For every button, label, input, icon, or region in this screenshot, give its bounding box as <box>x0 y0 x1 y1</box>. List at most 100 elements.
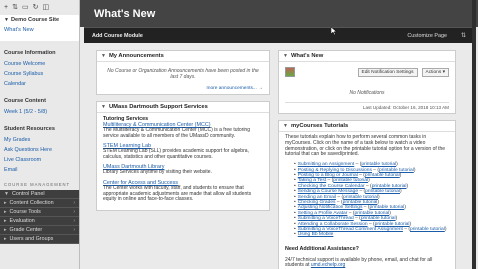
tutorial-video-link[interactable]: Sending a Course Message <box>298 189 358 194</box>
last-updated-text: Last Updated: October 16, 2018 10:13 AM <box>285 102 449 110</box>
tutorials-intro: These tutorials explain how to perform s… <box>285 134 446 158</box>
tutorial-video-link[interactable]: Sending an Email <box>298 195 336 200</box>
support-description: The Multiliteracy & Communication Center… <box>103 127 250 139</box>
course-title[interactable]: Demo Course Site <box>11 17 59 23</box>
menu-controls: + ⇅ ▭ ↻ ◫ <box>0 0 79 15</box>
reorder-modules-icon[interactable]: ⇅ <box>461 32 466 39</box>
sidebar-item-ask-questions[interactable]: Ask Questions Here <box>4 145 75 155</box>
sidebar-section-course-information: Course Information Course Welcome Course… <box>0 50 79 89</box>
sidebar-section-course-content: Course Content Week 1 (5/2 - 5/8) <box>0 98 79 117</box>
actions-menu-button[interactable]: Actions ▾ <box>421 67 449 77</box>
control-panel-item-evaluation[interactable]: ▸ Evaluation › <box>0 217 79 226</box>
scrollbar[interactable] <box>472 0 476 269</box>
printable-tutorial-link[interactable]: printable tutorial <box>365 189 400 194</box>
module-title: UMass Dartmouth Support Services <box>108 104 208 110</box>
sidebar-item-course-syllabus[interactable]: Course Syllabus <box>4 69 75 79</box>
tutorial-video-link[interactable]: Using Bb Mobile <box>298 232 334 237</box>
control-panel-item-users-groups[interactable]: ▸ Users and Groups <box>0 235 79 244</box>
printable-tutorial-link[interactable]: printable tutorial <box>343 195 378 200</box>
edit-notification-settings-button[interactable]: Edit Notification Settings <box>357 67 418 77</box>
support-services-module: ▼ UMass Dartmouth Support Services Tutor… <box>96 101 270 211</box>
tutorial-video-link[interactable]: Attending a Collaborate Session <box>298 222 368 227</box>
refresh-icon[interactable]: ↻ <box>33 4 39 11</box>
control-panel-item-course-tools[interactable]: ▸ Course Tools › <box>0 208 79 217</box>
tutorial-video-link[interactable]: Adjusting Notification Settings <box>298 205 363 210</box>
chevron-down-icon[interactable]: ▼ <box>283 53 288 59</box>
tutorials-module: ▼ myCourses Tutorials These tutorials ex… <box>278 120 456 269</box>
course-menu: + ⇅ ▭ ↻ ◫ ▼ Demo Course Site What's New … <box>0 0 80 269</box>
course-management-label: COURSE MANAGEMENT <box>4 182 71 187</box>
section-header: Course Content <box>4 98 46 104</box>
expand-icon: › <box>73 200 75 206</box>
chevron-right-icon: ▸ <box>4 209 7 215</box>
page-title: What's New <box>94 7 156 20</box>
chevron-down-icon[interactable]: ▼ <box>283 123 288 129</box>
no-notifications-text: No Notifications <box>349 90 385 96</box>
expand-icon: › <box>73 218 75 224</box>
module-title: What's New <box>290 53 324 59</box>
support-link[interactable]: umd.echelp.org <box>311 262 345 269</box>
module-columns: ▼ My Announcements No Course or Organiza… <box>96 50 456 269</box>
printable-tutorial-link[interactable]: printable tutorial <box>361 216 396 221</box>
control-panel-item-content-collection[interactable]: ▸ Content Collection › <box>0 199 79 208</box>
control-panel-header[interactable]: ▼ Control Panel <box>0 190 79 199</box>
course-site-block: ▼ Demo Course Site What's New <box>0 15 79 41</box>
tutorial-video-link[interactable]: Submitting an Assignment <box>298 162 355 167</box>
sidebar-section-student-resources: Student Resources My Grades Ask Question… <box>0 126 79 175</box>
sidebar-item-my-grades[interactable]: My Grades <box>4 135 75 145</box>
sidebar-item-live-classroom[interactable]: Live Classroom <box>4 155 75 165</box>
sidebar-item-email[interactable]: Email <box>4 165 75 175</box>
control-panel-item-grade-center[interactable]: ▸ Grade Center › <box>0 226 79 235</box>
chevron-down-icon[interactable]: ▼ <box>101 53 106 59</box>
whats-new-module: ▼ What's New Edit Notification Settings … <box>278 50 456 114</box>
support-text: 24/7 technical support is available by p… <box>285 256 433 269</box>
sidebar-item-course-welcome[interactable]: Course Welcome <box>4 59 75 69</box>
printable-tutorial-link[interactable]: printable tutorial <box>379 168 414 173</box>
sidebar-item-week-1[interactable]: Week 1 (5/2 - 5/8) <box>4 107 75 117</box>
display-options-icon[interactable]: ◫ <box>42 4 49 11</box>
folder-view-icon[interactable]: ▭ <box>22 4 29 11</box>
action-bar: Add Course Module Customize Page ⇅ <box>84 27 474 43</box>
section-header: Student Resources <box>4 126 55 132</box>
printable-tutorial-link[interactable]: printable tutorial <box>410 227 445 232</box>
expand-icon: › <box>73 209 75 215</box>
app-window: + ⇅ ▭ ↻ ◫ ▼ Demo Course Site What's New … <box>0 0 478 269</box>
page-header: What's New <box>80 0 478 27</box>
support-description: Library Services anytime by visiting the… <box>103 169 212 176</box>
announcements-module: ▼ My Announcements No Course or Organiza… <box>96 50 270 95</box>
control-panel: ▼ Control Panel ▸ Content Collection › ▸… <box>0 190 79 244</box>
printable-tutorial-link[interactable]: printable tutorial <box>361 162 396 167</box>
printable-tutorial-link[interactable]: printable tutorial <box>365 173 400 178</box>
collapse-arrow-icon[interactable]: ▼ <box>4 17 9 23</box>
printable-tutorial-link[interactable]: printable tutorial <box>375 222 410 227</box>
tutorial-video-link[interactable]: Submitting a VoiceThread <box>298 216 354 221</box>
reorder-icon[interactable]: ⇅ <box>12 4 18 11</box>
right-column: ▼ What's New Edit Notification Settings … <box>278 50 456 269</box>
sidebar-item-whats-new[interactable]: What's New <box>4 27 75 33</box>
chevron-right-icon: ▸ <box>4 200 7 206</box>
customize-page-button[interactable]: Customize Page <box>407 33 447 39</box>
chevron-down-icon[interactable]: ▼ <box>101 104 106 110</box>
tutorial-list: Submitting an Assignment – (printable tu… <box>285 162 449 238</box>
avatar <box>285 67 295 77</box>
module-title: myCourses Tutorials <box>290 123 349 129</box>
assistance-heading: Need Additional Assistance? <box>285 245 359 252</box>
add-course-module-button[interactable]: Add Course Module <box>92 33 143 39</box>
expand-icon: › <box>73 227 75 233</box>
support-group: STEM Learning Lab STEM Learning Lab (SLL… <box>103 143 263 160</box>
add-menu-item-icon[interactable]: + <box>4 4 8 11</box>
left-column: ▼ My Announcements No Course or Organiza… <box>96 50 270 269</box>
chevron-right-icon: ▸ <box>4 236 7 242</box>
tutorial-video-link[interactable]: Taking a Test <box>298 178 326 183</box>
sidebar-item-calendar[interactable]: Calendar <box>4 79 75 89</box>
chevron-down-icon: ▼ <box>4 191 9 197</box>
support-group: Center for Access and Success The Center… <box>103 180 263 203</box>
printable-tutorial-link[interactable]: printable tutorial <box>333 178 368 183</box>
printable-tutorial-link[interactable]: printable tutorial <box>370 205 405 210</box>
mouse-cursor-icon <box>331 27 337 35</box>
section-header: Course Information <box>4 50 56 56</box>
support-group: UMass Dartmouth Library Library Services… <box>103 164 263 176</box>
tutorial-video-link[interactable]: Posting & Replying to Discussions <box>298 168 372 173</box>
arrow-right-icon: → <box>258 86 263 91</box>
more-announcements-link[interactable]: more announcements... <box>206 86 256 91</box>
